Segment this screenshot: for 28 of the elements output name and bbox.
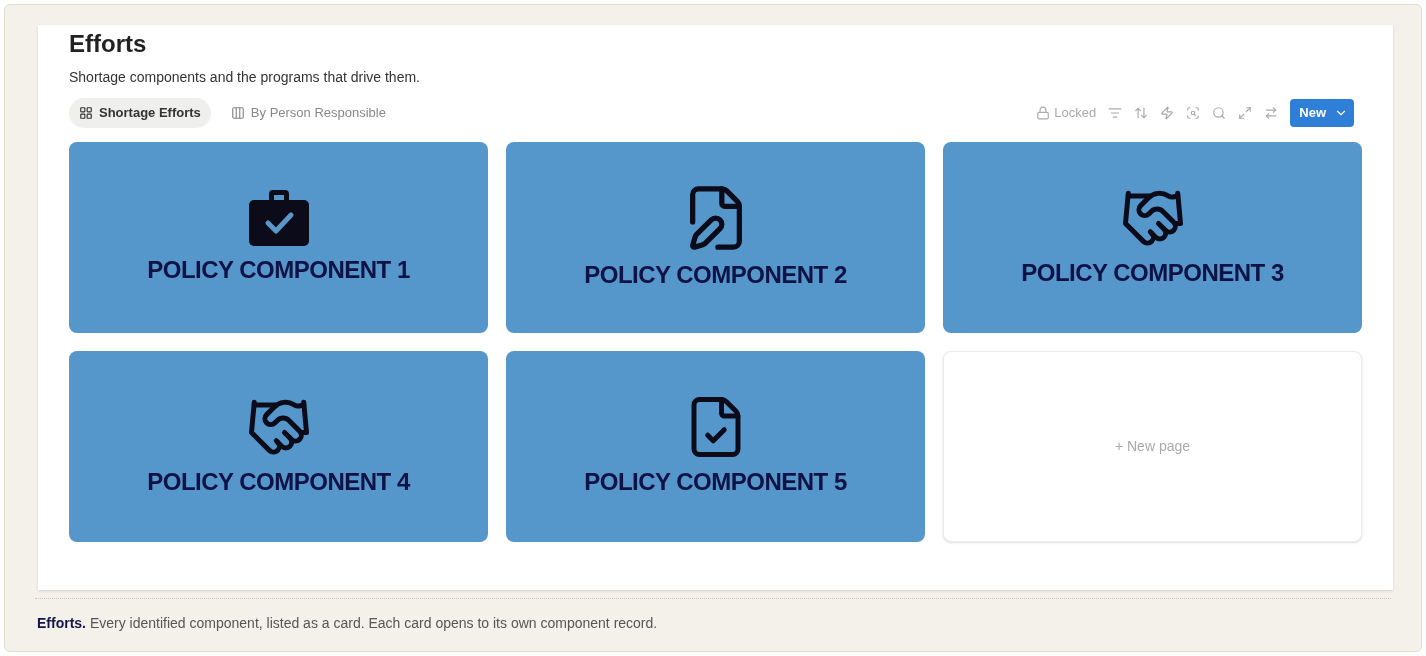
locked-label: Locked [1054,104,1097,123]
component-card[interactable]: POLICY COMPONENT 2 [506,142,925,333]
board-icon [230,106,245,120]
component-card[interactable]: POLICY COMPONENT 3 [943,142,1362,333]
card-title: POLICY COMPONENT 2 [584,259,847,290]
component-card[interactable]: POLICY COMPONENT 5 [506,351,925,542]
page-title: Efforts [69,29,148,59]
swap-arrows-icon[interactable] [1264,106,1279,120]
card-title: POLICY COMPONENT 4 [147,466,410,497]
new-button[interactable]: New [1290,99,1354,127]
card-title: POLICY COMPONENT 3 [1021,257,1284,288]
expand-icon[interactable] [1238,106,1253,120]
component-card[interactable]: POLICY COMPONENT 1 [69,142,488,333]
gallery-icon [79,106,93,120]
search-icon[interactable] [1212,106,1227,120]
view-tab[interactable]: By Person Responsible [220,98,396,128]
page-description: Shortage components and the programs that drive them. [69,68,421,87]
card-title: POLICY COMPONENT 5 [584,466,847,497]
lock-icon [1036,106,1051,120]
filter-icon[interactable] [1108,106,1123,120]
component-card[interactable]: POLICY COMPONENT 4 [69,351,488,542]
briefcase-check-icon [246,187,311,248]
lightning-icon[interactable] [1160,106,1175,120]
figure-caption: Efforts. Every identified component, listed as a card. Each card opens to its own component record. [37,614,659,633]
view-tab[interactable]: Shortage Efforts [69,98,211,128]
scan-search-icon[interactable] [1186,106,1201,120]
sort-icon[interactable] [1134,106,1149,120]
card-title: POLICY COMPONENT 1 [147,254,410,285]
